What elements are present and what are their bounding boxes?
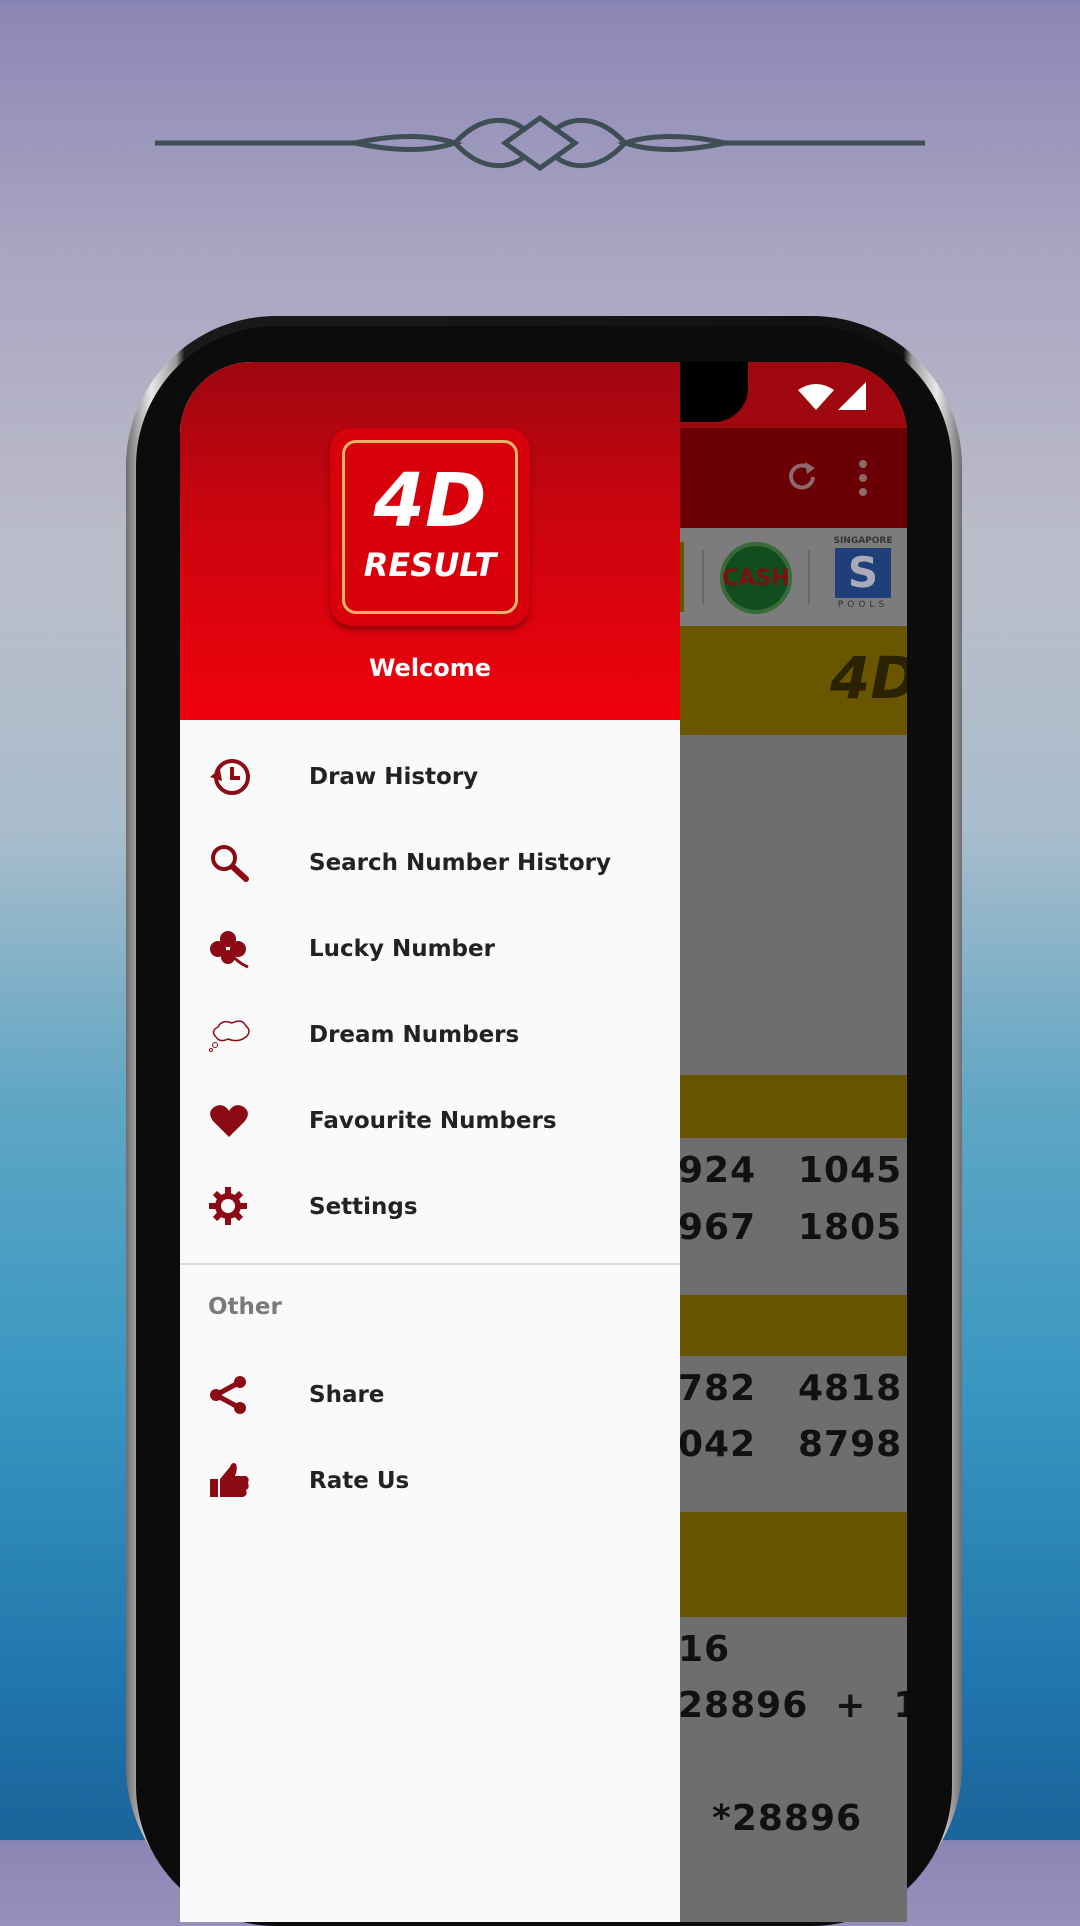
menu-item-settings[interactable]: Settings <box>180 1164 680 1250</box>
section-header <box>680 1512 907 1617</box>
magnum-banner[interactable]: 4D <box>680 626 907 735</box>
magnum-logo: 4D <box>830 644 907 712</box>
phone-screen: P CASH SINGAPORE S POOLS 4D 924 1045 967… <box>180 362 907 1922</box>
singapore-pools-logo[interactable]: SINGAPORE S POOLS <box>830 536 896 620</box>
result-number: 782 <box>678 1368 757 1409</box>
share-icon <box>180 1375 309 1415</box>
heart-icon <box>180 1101 309 1141</box>
result-number: 1805 <box>798 1207 903 1248</box>
thought-cloud-icon <box>180 1015 309 1055</box>
menu-item-lucky-number[interactable]: Lucky Number <box>180 906 680 992</box>
menu-item-dream-numbers[interactable]: Dream Numbers <box>180 992 680 1078</box>
result-number: 967 <box>678 1207 757 1248</box>
section-label-other: Other <box>208 1294 282 1320</box>
app-logo: 4D RESULT <box>330 428 530 626</box>
result-number: 042 <box>678 1424 757 1465</box>
section-header <box>680 1075 907 1138</box>
result-number: 1045 <box>798 1150 903 1191</box>
refresh-icon[interactable] <box>785 460 819 494</box>
drawer-header: 4D RESULT Welcome <box>180 362 680 720</box>
signal-icon <box>838 382 866 410</box>
navigation-drawer: 4D RESULT Welcome Draw History Search Nu… <box>180 362 680 1922</box>
section-header <box>680 1295 907 1356</box>
menu-item-rate-us[interactable]: Rate Us <box>180 1438 680 1524</box>
result-number: 8798 <box>798 1424 903 1465</box>
search-icon <box>180 843 309 883</box>
menu-item-favourite-numbers[interactable]: Favourite Numbers <box>180 1078 680 1164</box>
result-number: 16 <box>678 1629 731 1670</box>
result-number: 924 <box>678 1150 757 1191</box>
divider <box>180 1263 680 1265</box>
welcome-text: Welcome <box>368 654 492 682</box>
menu-item-share[interactable]: Share <box>180 1352 680 1438</box>
result-number: *28896 <box>712 1798 863 1839</box>
app-toolbar <box>680 428 907 528</box>
wifi-icon <box>798 384 834 410</box>
menu-item-search-number-history[interactable]: Search Number History <box>180 820 680 906</box>
result-number: 28896 + 16 <box>678 1685 907 1726</box>
thumbs-up-icon <box>180 1461 309 1501</box>
menu-item-draw-history[interactable]: Draw History <box>180 734 680 820</box>
clover-icon <box>180 929 309 969</box>
gear-icon <box>180 1185 309 1229</box>
decorative-ornament <box>155 114 925 172</box>
cashsweep-logo[interactable]: CASH <box>720 542 792 614</box>
result-number: 4818 <box>798 1368 903 1409</box>
history-clock-icon <box>180 757 309 797</box>
more-vert-icon[interactable] <box>858 458 868 498</box>
lottery-logos-strip: CASH SINGAPORE S POOLS <box>680 528 907 626</box>
